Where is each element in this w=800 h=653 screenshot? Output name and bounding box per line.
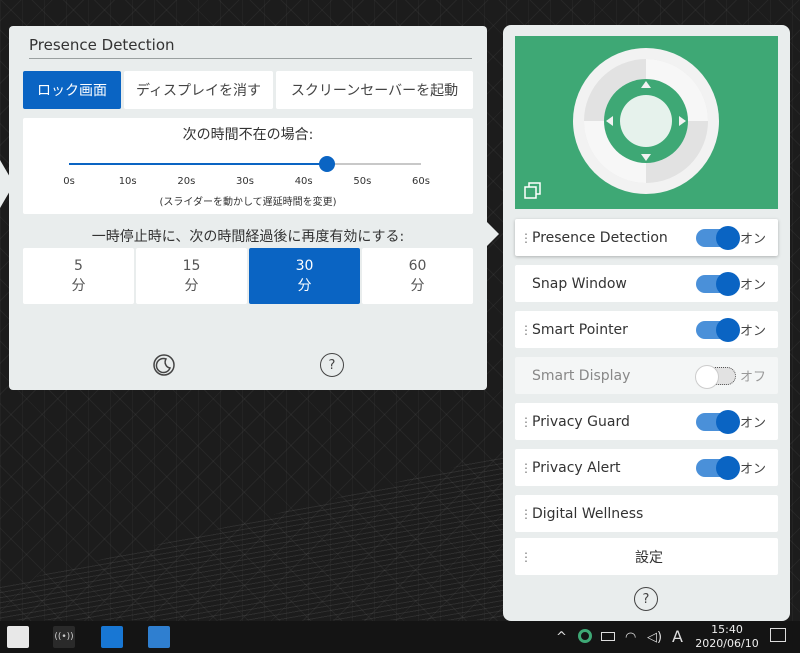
slider-tick: 20s	[177, 176, 196, 187]
slider-hint: (スライダーを動かして遅延時間を変更)	[159, 197, 337, 208]
duration-value: 5	[74, 258, 83, 274]
feature-row-privacy-alert[interactable]: ⋮ Privacy Alert オン	[515, 449, 778, 486]
presence-status-icon[interactable]	[578, 629, 592, 643]
popup-title: Presence Detection	[29, 36, 472, 59]
duration-5-button[interactable]: 5 分	[23, 248, 134, 304]
popup-pointer	[487, 222, 499, 246]
slider-tick: 40s	[294, 176, 313, 187]
drag-handle-icon[interactable]: ⋮	[515, 508, 532, 520]
slider-tick: 30s	[236, 176, 254, 187]
slider-tick: 0s	[63, 176, 75, 187]
feature-label: Digital Wellness	[532, 505, 644, 522]
slider-tick: 10s	[118, 176, 137, 187]
settings-label: 設定	[635, 549, 663, 566]
duration-unit: 分	[184, 278, 199, 294]
feature-state: オフ	[740, 370, 767, 385]
feature-row-privacy-guard[interactable]: ⋮ Privacy Guard オン	[515, 403, 778, 440]
presence-detection-toggle[interactable]	[696, 225, 740, 250]
app-tray-icon[interactable]	[7, 626, 29, 648]
slider-tick: 50s	[353, 176, 372, 187]
feature-state: オン	[740, 462, 767, 477]
duration-unit: 分	[410, 278, 425, 294]
slider-question: 次の時間不在の場合:	[182, 127, 314, 143]
feature-state: オン	[740, 278, 767, 293]
help-icon[interactable]: ?	[634, 587, 658, 611]
feature-label: Privacy Guard	[532, 413, 630, 430]
copy-icon[interactable]	[524, 182, 542, 200]
clock-date: 2020/06/10	[695, 637, 759, 650]
feature-panel: ⋮ Presence Detection オン Snap Window オン ⋮…	[503, 25, 790, 621]
broadcast-icon[interactable]: ((•))	[53, 626, 75, 648]
action-lock-screen-button[interactable]: ロック画面	[23, 71, 121, 109]
duration-30-button[interactable]: 30 分	[249, 248, 360, 304]
pause-duration-selector: 5 分 15 分 30 分 60 分	[23, 248, 473, 304]
smart-display-toggle[interactable]	[695, 364, 736, 389]
duration-value: 60	[408, 258, 427, 274]
feature-label: Smart Pointer	[532, 321, 628, 338]
help-icon[interactable]: ?	[320, 353, 344, 377]
feature-label: Presence Detection	[532, 229, 668, 246]
wifi-icon[interactable]: ◠	[625, 630, 636, 645]
settings-row[interactable]: ⋮ 設定	[515, 538, 778, 575]
delay-slider-track[interactable]	[69, 163, 421, 165]
drag-handle-icon[interactable]: ⋮	[515, 551, 532, 563]
action-selector: ロック画面 ディスプレイを消す スクリーンセーバーを起動	[23, 71, 473, 109]
shutter-logo-icon	[573, 48, 719, 194]
feature-state: オン	[740, 232, 767, 247]
slider-tick: 60s	[412, 176, 430, 187]
duration-15-button[interactable]: 15 分	[136, 248, 247, 304]
feature-label: Smart Display	[532, 367, 631, 384]
moon-icon[interactable]	[152, 353, 176, 377]
drag-handle-icon[interactable]: ⋮	[515, 462, 532, 474]
privacy-alert-toggle[interactable]	[696, 455, 740, 480]
feature-row-digital-wellness[interactable]: ⋮ Digital Wellness	[515, 495, 778, 532]
action-turn-off-display-button[interactable]: ディスプレイを消す	[124, 71, 273, 109]
delay-slider-fill	[69, 163, 328, 165]
feature-label: Snap Window	[532, 275, 627, 292]
clock-time: 15:40	[711, 623, 743, 636]
presence-detection-popup: Presence Detection ロック画面 ディスプレイを消す スクリーン…	[9, 26, 487, 390]
chevron-up-icon[interactable]: ^	[556, 630, 567, 645]
feature-row-snap-window[interactable]: Snap Window オン	[515, 265, 778, 302]
feature-label: Privacy Alert	[532, 459, 621, 476]
snap-window-toggle[interactable]	[696, 271, 740, 296]
desktop-wallpaper-wave	[0, 450, 520, 620]
privacy-guard-toggle[interactable]	[696, 409, 740, 434]
duration-60-button[interactable]: 60 分	[362, 248, 473, 304]
drag-handle-icon[interactable]: ⋮	[515, 324, 532, 336]
volume-icon[interactable]: ◁)	[647, 630, 662, 645]
battery-icon[interactable]	[601, 632, 615, 641]
ime-indicator[interactable]: A	[672, 627, 683, 646]
notification-icon[interactable]	[770, 628, 786, 642]
duration-value: 15	[182, 258, 201, 274]
duration-unit: 分	[297, 278, 312, 294]
duration-unit: 分	[71, 278, 86, 294]
taskbar: ((•)) ^ ◠ ◁) A 15:40 2020/06/10	[0, 621, 800, 653]
feature-state: オン	[740, 416, 767, 431]
drag-handle-icon[interactable]: ⋮	[515, 416, 532, 428]
feature-row-smart-display[interactable]: Smart Display オフ	[515, 357, 778, 394]
pause-resume-label: 一時停止時に、次の時間経過後に再度有効にする:	[91, 229, 405, 245]
app-icon[interactable]	[101, 626, 123, 648]
photos-app-icon[interactable]	[148, 626, 170, 648]
delay-slider-card: 次の時間不在の場合: 0s 10s 20s 30s 40s 50s 60s (ス…	[23, 118, 473, 214]
feature-row-smart-pointer[interactable]: ⋮ Smart Pointer オン	[515, 311, 778, 348]
duration-value: 30	[295, 258, 314, 274]
hero-banner	[515, 36, 778, 209]
clock[interactable]: 15:40 2020/06/10	[692, 623, 762, 651]
feature-row-presence-detection[interactable]: ⋮ Presence Detection オン	[515, 219, 778, 256]
drag-handle-icon[interactable]: ⋮	[515, 232, 532, 244]
action-start-screensaver-button[interactable]: スクリーンセーバーを起動	[276, 71, 473, 109]
delay-slider-thumb[interactable]	[319, 156, 336, 172]
feature-state: オン	[740, 324, 767, 339]
smart-pointer-toggle[interactable]	[696, 317, 740, 342]
